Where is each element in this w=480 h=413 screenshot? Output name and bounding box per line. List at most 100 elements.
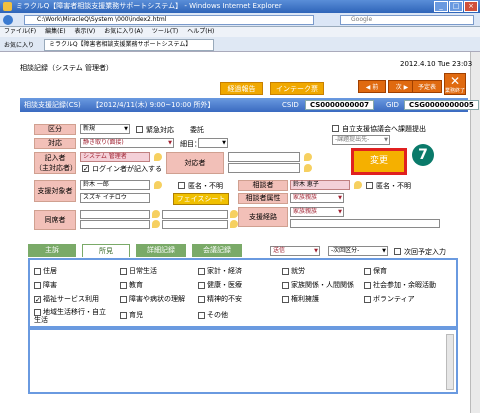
record-datetime: 【2012/4/11(木) 9:00~10:00 所外】 [92,101,215,109]
login-checkbox[interactable] [82,165,89,172]
check-item[interactable]: 日常生活 [120,266,157,276]
check-item[interactable]: 家族関係・人間関係 [282,280,354,290]
kubun-select[interactable]: 新規 [80,124,130,134]
key-icon[interactable] [230,210,238,218]
check-item[interactable]: 権利擁護 [282,294,319,304]
doukyo-input-1[interactable] [80,210,150,219]
check-item[interactable]: 社会参加・余暇活動 [364,280,436,290]
check-item[interactable]: 精神的不安 [198,294,242,304]
record-header-bar: 相談支援記録(CS) 【2012/4/11(木) 9:00~10:00 所外】 … [20,98,479,112]
menu-help[interactable]: ヘルプ(H) [187,28,214,35]
check-item[interactable]: その他 [198,310,228,320]
emergency-label: 緊急対応 [146,126,174,134]
end-work-button[interactable]: ✕ 業務終了 [444,73,466,95]
zokusei-select[interactable]: 家族親族 [290,193,344,203]
back-button[interactable]: ◀ 前 [358,80,386,93]
check-item[interactable]: ボランティア [364,294,415,304]
check-item[interactable]: 家計・経済 [198,266,242,276]
browser-tab[interactable]: ミラクルQ【障害者相談支援業務サポートシステム】 [44,39,214,51]
search-input[interactable]: Google [340,15,474,25]
back-nav-icon[interactable] [3,15,13,25]
check-item[interactable]: 健康・医療 [198,280,242,290]
doukyo-input-3[interactable] [162,210,228,219]
menu-favorites[interactable]: お気に入り(A) [104,28,143,35]
jiritsu-checkbox[interactable] [332,125,339,132]
shien-name-input[interactable]: 鈴木 一郎 [80,180,150,190]
tab-shoken[interactable]: 所見 [82,244,130,257]
kinyusha-label: 記入者 （主対応者） [34,152,77,174]
login-label: ログイン者が記入する [92,165,162,173]
tab-bar: お気に入り ミラクルQ【障害者相談支援業務サポートシステム】 [0,37,480,52]
tokumei2-label: 匿名・不明 [376,182,411,190]
keiro-label: 支援経路 [238,207,288,227]
zokusei-label: 相談者属性 [238,193,288,204]
keiro-detail-input[interactable] [290,219,440,228]
key-icon[interactable] [154,181,162,189]
check-item[interactable]: 教育 [120,280,143,290]
window-title-bar: ミラクルQ【障害者相談支援業務サポートシステム】 - Windows Inter… [0,0,480,13]
doukyo-input-2[interactable] [80,220,150,229]
key-icon[interactable] [152,220,160,228]
key-icon[interactable] [304,164,312,172]
close-window-button[interactable]: × [464,1,478,12]
shien-label: 支援対象者 [34,180,76,202]
tab-main[interactable]: 主訴 [28,244,76,257]
check-item[interactable]: 住居 [34,266,57,276]
tokumei-label: 匿名・不明 [188,182,223,190]
check-item[interactable]: 福祉サービス利用 [34,294,99,304]
jiritsu-select[interactable]: -課題提出先- [332,135,390,145]
check-item[interactable]: 育児 [120,310,143,320]
detail-select[interactable] [198,138,228,148]
change-button[interactable]: 変更 [351,148,407,175]
page-title: 相談記録（システム 管理者） [20,64,114,72]
menu-tools[interactable]: ツール(T) [152,28,178,35]
notes-textarea[interactable] [28,328,458,394]
tokumei2-checkbox[interactable] [366,182,373,189]
taiousha-input-2[interactable] [228,163,300,173]
check-box-checked[interactable] [34,295,41,303]
soudansha-input[interactable]: 鈴木 恵子 [290,180,350,190]
check-item[interactable]: 障害や病状の理解 [120,294,185,304]
address-input[interactable]: C:\Work\MiracleQ\System \000\index2.html [24,15,314,25]
key-icon[interactable] [304,153,312,161]
next-plan-select[interactable]: -次回区分- [328,246,388,256]
key-icon[interactable] [354,181,362,189]
menu-file[interactable]: ファイル(F) [4,28,36,35]
schedule-button[interactable]: 予定表 [412,80,442,93]
keiro-select[interactable]: 家族親族 [290,207,344,217]
progress-report-button[interactable]: 経過報告 [220,82,263,95]
menu-view[interactable]: 表示(V) [74,28,95,35]
emergency-checkbox[interactable] [136,126,143,133]
tokumei-checkbox[interactable] [178,182,185,189]
next-input-checkbox[interactable] [394,248,401,255]
favorites-button[interactable]: お気に入り [4,40,34,49]
taiousha-label: 対応者 [166,152,224,174]
doukyo-label: 同席者 [34,210,76,230]
key-icon[interactable] [230,220,238,228]
shien-kana-input[interactable]: スズキ イチロウ [80,193,150,203]
key-icon[interactable] [154,153,162,161]
taiou-select[interactable]: 静き取り(面接) [80,138,174,148]
menu-edit[interactable]: 編集(E) [45,28,65,35]
tab-detail[interactable]: 詳細記録 [136,244,186,257]
back-label: 前 [372,84,379,91]
app-icon [3,2,12,11]
notes-scrollbar[interactable] [446,334,454,390]
taiousha-input-1[interactable] [228,152,300,162]
check-item[interactable]: 保育 [364,266,387,276]
key-icon[interactable] [152,210,160,218]
facesheet-button[interactable]: フェイスシート [173,193,229,205]
kinyusha-input[interactable]: システム 管理者 [80,152,150,162]
next-label: 次 [395,84,402,91]
tab-meeting[interactable]: 会議記録 [192,244,242,257]
maximize-button[interactable]: □ [449,1,463,12]
intake-button[interactable]: インテーク票 [270,82,324,95]
check-item[interactable]: 就労 [282,266,305,276]
check-box-0[interactable] [34,267,41,275]
check-item[interactable]: 障害 [34,280,57,290]
check-item[interactable]: 地域生活移行・自立 生活 [34,308,106,324]
doukyo-input-4[interactable] [162,220,228,229]
csid-value: CS0000000007 [305,100,375,110]
sender-select[interactable]: 送信 [270,246,320,256]
minimize-button[interactable]: _ [434,1,448,12]
